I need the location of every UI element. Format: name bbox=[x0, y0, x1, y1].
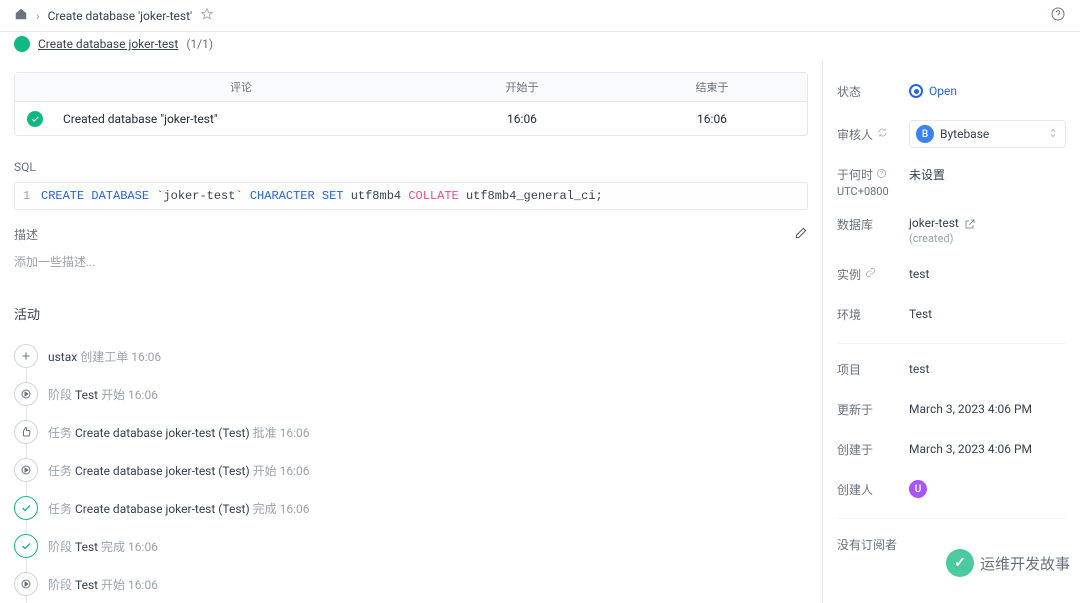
play-icon bbox=[14, 572, 38, 596]
sql-kw-charset: CHARACTER SET bbox=[250, 189, 344, 203]
reviewer-select[interactable]: B Bytebase bbox=[909, 120, 1066, 148]
sql-charset: utf8mb4 bbox=[351, 189, 401, 203]
activity-timeline: ustax 创建工单 16:06 阶段 Test 开始 16:06 任务 Creat… bbox=[14, 337, 808, 603]
task-table: 评论 开始于 结束于 Created database "joker-test"… bbox=[14, 72, 808, 136]
link-icon bbox=[865, 267, 876, 281]
line-number: 1 bbox=[23, 189, 41, 203]
instance-label: 实例 bbox=[837, 266, 861, 283]
thumb-icon bbox=[14, 420, 38, 444]
activity-text: 阶段 Test 完成 16:06 bbox=[48, 538, 158, 555]
activity-text: 阶段 Test 开始 16:06 bbox=[48, 386, 158, 403]
stage-count: (1/1) bbox=[186, 37, 213, 51]
description-placeholder[interactable]: 添加一些描述... bbox=[14, 253, 808, 270]
status-badge: Open bbox=[909, 84, 1066, 98]
stage-status-icon bbox=[14, 36, 30, 52]
breadcrumb-separator: › bbox=[36, 9, 40, 23]
check-circle-icon bbox=[27, 111, 43, 127]
activity-text: 阶段 Test 开始 16:06 bbox=[48, 576, 158, 593]
creator-label: 创建人 bbox=[837, 481, 909, 498]
play-icon bbox=[14, 458, 38, 482]
external-link-icon[interactable] bbox=[962, 216, 976, 230]
activity-text: 任务 Create database joker-test (Test) 开始 … bbox=[48, 462, 310, 479]
when-value: 未设置 bbox=[909, 166, 1066, 183]
edit-icon[interactable] bbox=[794, 226, 808, 243]
activity-item: 阶段 Test 开始 16:06 bbox=[14, 565, 808, 603]
database-name[interactable]: joker-test bbox=[909, 216, 959, 230]
project-value[interactable]: test bbox=[909, 362, 1066, 376]
sql-label: SQL bbox=[14, 160, 808, 174]
environment-label: 环境 bbox=[837, 306, 909, 323]
updated-value: March 3, 2023 4:06 PM bbox=[909, 402, 1066, 416]
when-label: 于何时 bbox=[837, 168, 873, 182]
database-status: (created) bbox=[909, 232, 1066, 245]
th-comment: 评论 bbox=[55, 73, 427, 101]
stage-link[interactable]: Create database joker-test bbox=[38, 37, 178, 51]
reviewer-label: 审核人 bbox=[837, 126, 873, 143]
breadcrumb-title: Create database 'joker-test' bbox=[48, 9, 193, 23]
activity-item: 任务 Create database joker-test (Test) 开始 … bbox=[14, 451, 808, 489]
activity-item: ustax 创建工单 16:06 bbox=[14, 337, 808, 375]
plus-icon bbox=[14, 344, 38, 368]
th-end: 结束于 bbox=[617, 73, 807, 101]
activity-heading: 活动 bbox=[14, 304, 808, 323]
task-start: 16:06 bbox=[427, 106, 617, 132]
task-end: 16:06 bbox=[617, 106, 807, 132]
question-icon[interactable] bbox=[876, 168, 887, 182]
activity-text: ustax 创建工单 16:06 bbox=[48, 348, 161, 365]
subscribers-label: 没有订阅者 bbox=[837, 536, 897, 553]
open-dot-icon bbox=[909, 84, 923, 98]
sql-kw-collate: COLLATE bbox=[408, 189, 458, 203]
sql-dbname: `joker-test` bbox=[156, 189, 242, 203]
watermark-icon: ✓ bbox=[946, 549, 974, 577]
check-icon bbox=[14, 534, 38, 558]
status-label: 状态 bbox=[837, 83, 909, 100]
created-label: 创建于 bbox=[837, 441, 909, 458]
updated-label: 更新于 bbox=[837, 401, 909, 418]
activity-item: 任务 Create database joker-test (Test) 批准 … bbox=[14, 413, 808, 451]
activity-text: 任务 Create database joker-test (Test) 完成 … bbox=[48, 500, 310, 517]
project-label: 项目 bbox=[837, 361, 909, 378]
task-row[interactable]: Created database "joker-test" 16:06 16:0… bbox=[15, 101, 807, 135]
reviewer-avatar: B bbox=[916, 125, 934, 143]
activity-item: 阶段 Test 完成 16:06 bbox=[14, 527, 808, 565]
environment-value[interactable]: Test bbox=[909, 307, 1066, 321]
chevron-updown-icon bbox=[1047, 127, 1059, 142]
activity-item: 阶段 Test 开始 16:06 bbox=[14, 375, 808, 413]
star-icon[interactable] bbox=[200, 7, 214, 24]
created-value: March 3, 2023 4:06 PM bbox=[909, 442, 1066, 456]
th-start: 开始于 bbox=[427, 73, 617, 101]
task-comment: Created database "joker-test" bbox=[55, 106, 427, 132]
watermark: ✓ 运维开发故事 bbox=[946, 549, 1070, 577]
sql-kw-create: CREATE DATABASE bbox=[41, 189, 149, 203]
database-label: 数据库 bbox=[837, 216, 909, 233]
help-icon[interactable] bbox=[1050, 6, 1066, 25]
watermark-text: 运维开发故事 bbox=[980, 553, 1070, 574]
creator-avatar: U bbox=[909, 480, 927, 498]
sql-collate: utf8mb4_general_ci; bbox=[466, 189, 603, 203]
description-label: 描述 bbox=[14, 226, 38, 243]
activity-item: 任务 Create database joker-test (Test) 完成 … bbox=[14, 489, 808, 527]
activity-text: 任务 Create database joker-test (Test) 批准 … bbox=[48, 424, 310, 441]
check-icon bbox=[14, 496, 38, 520]
refresh-icon[interactable] bbox=[877, 127, 888, 141]
sql-box[interactable]: 1 CREATE DATABASE `joker-test` CHARACTER… bbox=[14, 182, 808, 210]
status-value: Open bbox=[929, 84, 957, 98]
instance-value[interactable]: test bbox=[909, 267, 1066, 281]
home-icon[interactable] bbox=[14, 7, 28, 24]
when-tz: UTC+0800 bbox=[837, 185, 909, 198]
play-icon bbox=[14, 382, 38, 406]
reviewer-name: Bytebase bbox=[940, 127, 989, 141]
